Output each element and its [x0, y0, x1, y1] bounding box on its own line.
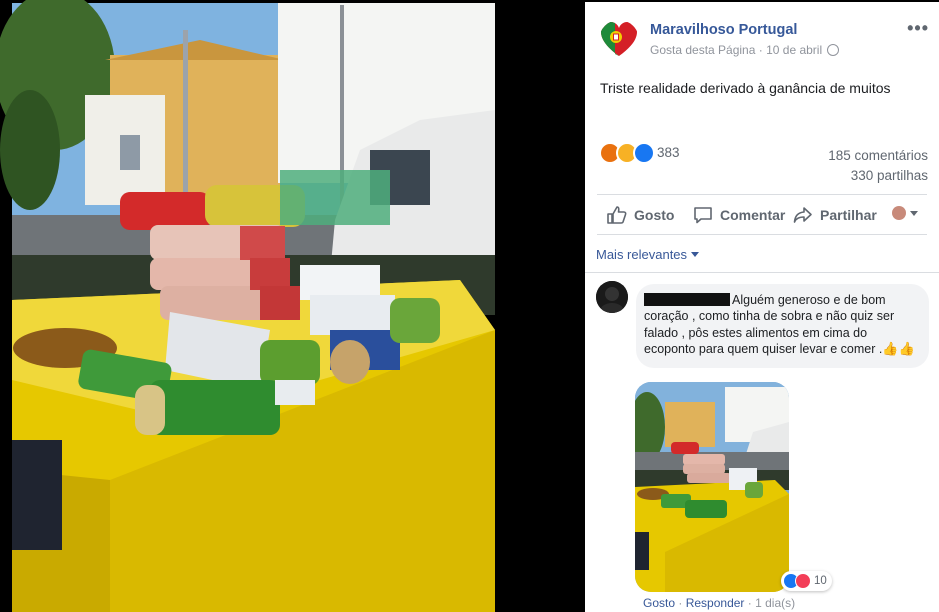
separator: · — [747, 596, 756, 610]
post-header: Maravilhoso Portugal Gosta desta Página … — [599, 18, 929, 66]
post-date[interactable]: 10 de abril — [766, 43, 822, 57]
reaction-selector[interactable] — [892, 206, 918, 220]
engagement-counts: 185 comentários 330 partilhas — [828, 146, 928, 186]
comment-sort-selector[interactable]: Mais relevantes — [596, 247, 700, 262]
like-icon — [607, 206, 627, 224]
share-button[interactable]: Partilhar — [793, 206, 877, 224]
comment-button[interactable]: Comentar — [693, 206, 785, 224]
comment-label: Comentar — [720, 207, 786, 223]
page-avatar[interactable] — [599, 20, 639, 60]
user-avatar-small — [892, 206, 906, 220]
comment-photo-thumbnail — [635, 382, 789, 592]
comment-icon — [694, 207, 712, 224]
more-options-icon[interactable]: ••• — [907, 18, 929, 39]
comment-like-link[interactable]: Gosto — [643, 596, 675, 610]
globe-icon — [827, 44, 840, 56]
like-page-link[interactable]: Gosta desta Página — [650, 43, 755, 57]
separator: · — [678, 596, 686, 610]
avatar-image — [596, 281, 628, 313]
comment-reply-link[interactable]: Responder — [686, 596, 745, 610]
like-reaction-icon — [633, 142, 655, 164]
food-on-bin-photo — [0, 0, 495, 612]
like-button[interactable]: Gosto — [607, 206, 674, 224]
divider — [597, 234, 927, 235]
redacted-commenter-name — [644, 293, 730, 306]
comment-reactions[interactable]: 10 — [781, 571, 832, 591]
sort-label: Mais relevantes — [596, 247, 688, 262]
comments-count[interactable]: 185 comentários — [828, 146, 928, 166]
reaction-count: 383 — [657, 145, 680, 160]
portugal-heart-icon — [599, 20, 639, 60]
post-text: Triste realidade derivado à ganância de … — [600, 80, 891, 96]
caret-down-icon — [691, 252, 700, 257]
divider — [597, 194, 927, 195]
meta-separator: · — [758, 43, 767, 57]
thumbs-up-emoji: 👍👍 — [882, 341, 915, 357]
post-panel: Maravilhoso Portugal Gosta desta Página … — [585, 2, 939, 612]
comment-reaction-count: 10 — [814, 575, 827, 587]
chevron-down-icon — [910, 210, 918, 216]
page-name[interactable]: Maravilhoso Portugal — [650, 22, 797, 38]
like-label: Gosto — [634, 207, 675, 223]
post-meta: Gosta desta Página · 10 de abril — [650, 43, 840, 57]
heart-reaction-icon — [795, 573, 811, 589]
post-photo[interactable] — [0, 0, 583, 612]
commenter-avatar[interactable] — [596, 281, 628, 313]
share-label: Partilhar — [820, 207, 877, 223]
comment-image[interactable] — [635, 382, 789, 592]
share-icon — [793, 207, 812, 223]
post-actions: Gosto Comentar Partilhar — [597, 198, 927, 232]
comment-bubble: Alguém generoso e de bom coração , como … — [636, 284, 929, 368]
divider — [585, 272, 939, 273]
comment-actions: Gosto · Responder · 1 dia(s) — [643, 596, 795, 610]
shares-count[interactable]: 330 partilhas — [828, 166, 928, 186]
comment-time[interactable]: 1 dia(s) — [755, 596, 795, 610]
